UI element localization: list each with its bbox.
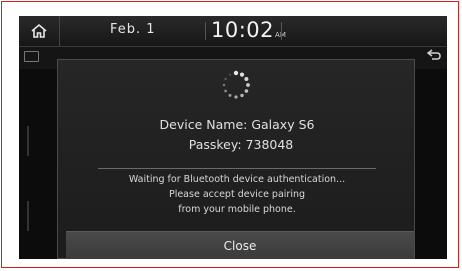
media-icon	[24, 51, 39, 62]
back-arrow-icon[interactable]	[427, 49, 441, 61]
close-button[interactable]: Close	[66, 231, 414, 259]
device-name-label: Device Name: Galaxy S6	[159, 117, 315, 132]
pairing-message-line: Waiting for Bluetooth device authenticat…	[128, 174, 346, 185]
passkey-label: Passkey: 738048	[188, 137, 294, 152]
popup-divider	[98, 168, 376, 169]
home-button[interactable]	[19, 16, 60, 46]
pairing-message-line: Please accept device pairing	[168, 189, 306, 200]
background-divider	[27, 126, 29, 156]
head-unit-screen: Feb. 1 10:02AM	[19, 16, 447, 259]
pairing-message: Waiting for Bluetooth device authenticat…	[58, 172, 416, 217]
status-divider	[281, 22, 282, 40]
screenshot-frame: Feb. 1 10:02AM	[1, 1, 459, 268]
pairing-message-line: from your mobile phone.	[178, 204, 296, 215]
background-divider	[27, 201, 29, 231]
home-icon	[31, 23, 47, 38]
status-divider	[205, 22, 206, 40]
clock-time: 10:02	[211, 18, 275, 42]
bluetooth-pairing-popup: Device Name: Galaxy S6 Passkey: 738048 W…	[57, 59, 415, 259]
loading-spinner-icon	[222, 70, 250, 99]
clock-display: 10:02AM	[211, 18, 286, 42]
date-display: Feb. 1	[110, 22, 156, 37]
close-button-label: Close	[223, 239, 257, 253]
status-bar: Feb. 1 10:02AM	[19, 16, 447, 47]
